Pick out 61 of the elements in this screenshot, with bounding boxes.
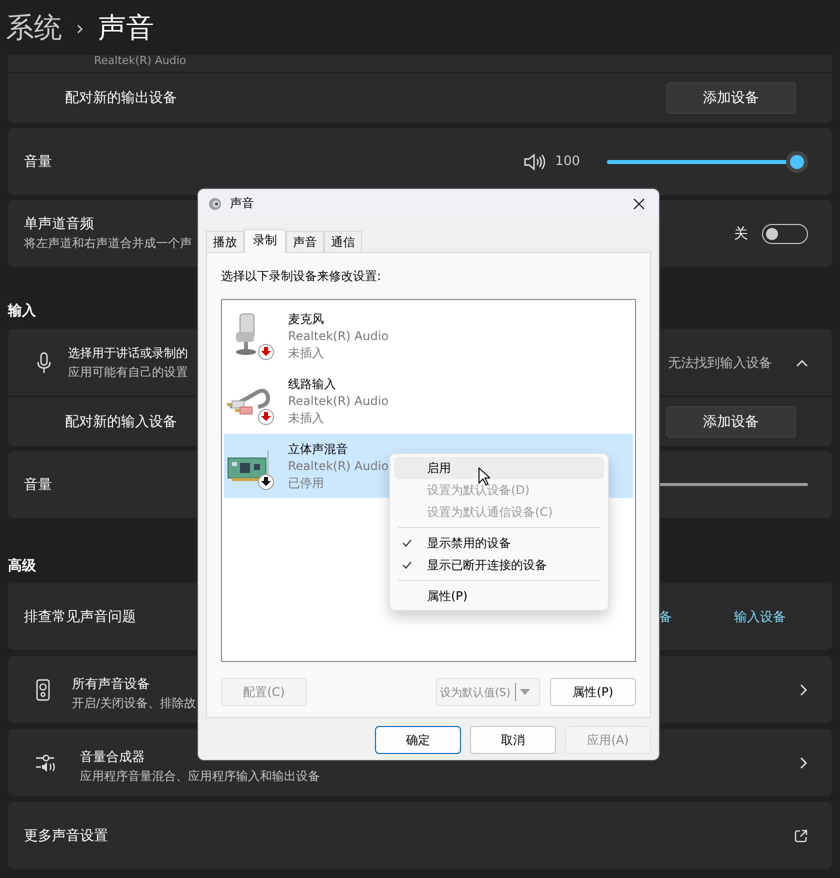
settings-description: 应用程序音量混合、应用程序输入和输出设备	[80, 768, 320, 785]
device-driver: Realtek(R) Audio	[288, 328, 389, 344]
device-name: 线路输入	[288, 376, 337, 392]
section-heading: 输入	[8, 303, 36, 319]
dialog-button[interactable]: 确定	[375, 726, 461, 754]
device-status: 未插入	[288, 344, 325, 362]
device-driver: Realtek(R) Audio	[288, 458, 389, 474]
menu-item[interactable]: 显示已断开连接的设备	[394, 554, 604, 576]
section-heading: 高级	[8, 558, 36, 574]
mono-title: 单声道音频	[24, 215, 94, 233]
settings-description: 开启/关闭设备、排除故	[72, 695, 196, 712]
device-name: 麦克风	[288, 310, 325, 328]
mixer-icon	[36, 754, 58, 772]
dialog-button[interactable]: 取消	[470, 726, 556, 754]
settings-title: 音量合成器	[80, 749, 145, 766]
input-status: 无法找到输入设备	[668, 354, 772, 372]
chevron-right-icon	[800, 756, 808, 768]
chevron-icon[interactable]	[796, 358, 808, 366]
volume-label: 音量	[24, 152, 52, 170]
menu-item[interactable]: 启用	[394, 457, 604, 479]
device-item[interactable]: 麦克风 Realtek(R) Audio 未插入	[224, 304, 633, 368]
prompt-text: 选择以下录制设备来修改设置:	[221, 268, 382, 285]
close-icon[interactable]	[633, 198, 645, 210]
tab[interactable]: 通信	[324, 231, 362, 252]
external-link-icon	[794, 828, 808, 842]
chevron-right-icon	[800, 684, 808, 696]
pair-label: 配对新的输入设备	[65, 413, 177, 431]
dialog-title: 声音	[230, 195, 255, 212]
link[interactable]: 输入设备	[734, 608, 786, 626]
volume-label: 音量	[24, 476, 52, 494]
microphone-icon	[36, 352, 52, 374]
breadcrumb-parent[interactable]: 系统	[6, 8, 62, 46]
tab[interactable]: 声音	[286, 231, 324, 252]
properties-button[interactable]: 属性(P)	[550, 678, 636, 706]
toggle-state: 关	[734, 224, 748, 242]
device-name: 立体声混音	[288, 440, 349, 458]
device-driver: Realtek(R) Audio	[94, 55, 186, 66]
mouse-pointer-icon	[478, 467, 490, 486]
add-device-button[interactable]: 添加设备	[666, 82, 796, 114]
mono-description: 将左声道和右声道合并成一个声	[24, 235, 192, 252]
page-title: 声音	[98, 10, 154, 46]
device-item[interactable]: 线路输入 Realtek(R) Audio 未插入	[224, 369, 633, 433]
mono-toggle[interactable]	[762, 224, 808, 244]
settings-title: 更多声音设置	[24, 826, 108, 844]
menu-item[interactable]: 属性(P)	[394, 585, 604, 607]
device-status: 未插入	[288, 410, 325, 426]
add-device-button[interactable]: 添加设备	[666, 406, 796, 438]
menu-item[interactable]: 显示禁用的设备	[394, 532, 604, 554]
tab[interactable]: 播放	[206, 231, 244, 252]
device-status: 已停用	[288, 474, 325, 492]
settings-title: 排查常见声音问题	[24, 608, 136, 626]
tab[interactable]: 录制	[244, 229, 286, 253]
device-driver: Realtek(R) Audio	[288, 392, 389, 410]
link[interactable]: 备	[659, 608, 672, 626]
input-description: 应用可能有自己的设置	[68, 364, 188, 380]
volume-reading: 100	[555, 154, 580, 169]
settings-title: 所有声音设备	[72, 676, 150, 693]
breadcrumb-separator: ›	[76, 16, 84, 40]
settings-card[interactable]: 更多声音设置	[8, 802, 832, 869]
pair-label: 配对新的输出设备	[65, 89, 177, 107]
input-title: 选择用于讲话或录制的	[68, 344, 188, 362]
